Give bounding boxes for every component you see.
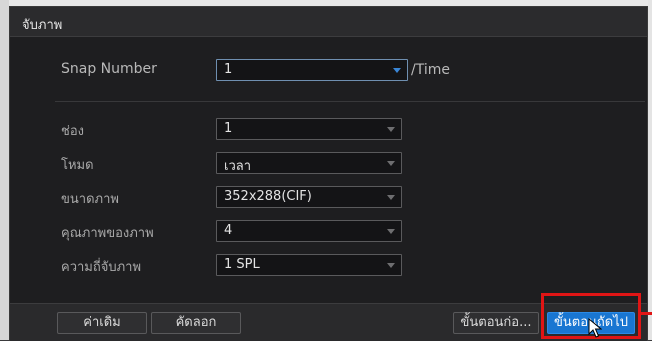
chevron-down-icon xyxy=(387,161,395,166)
image-size-value: 352x288(CIF) xyxy=(224,189,312,204)
background-window-edge-left xyxy=(0,0,9,340)
mouse-cursor-icon xyxy=(588,318,602,338)
dialog-title-bar: จับภาพ xyxy=(10,7,647,37)
snap-number-label: Snap Number xyxy=(61,61,157,77)
image-quality-value: 4 xyxy=(224,223,233,238)
background-window-edge-right xyxy=(648,0,652,340)
snap-frequency-value: 1 SPL xyxy=(224,257,260,272)
mode-label: โหมด xyxy=(61,158,94,173)
chevron-down-icon xyxy=(387,127,395,132)
snap-frequency-select[interactable]: 1 SPL xyxy=(216,254,402,276)
channel-value: 1 xyxy=(224,121,233,136)
mode-value: เวลา xyxy=(224,159,252,174)
dialog-title: จับภาพ xyxy=(22,18,63,33)
channel-select[interactable]: 1 xyxy=(216,118,402,140)
channel-label: ช่อง xyxy=(61,124,84,139)
chevron-down-icon xyxy=(393,68,401,73)
image-size-label: ขนาดภาพ xyxy=(61,192,119,207)
image-quality-select[interactable]: 4 xyxy=(216,220,402,242)
annotation-marker xyxy=(641,312,652,315)
mode-select[interactable]: เวลา xyxy=(216,152,402,174)
image-size-select[interactable]: 352x288(CIF) xyxy=(216,186,402,208)
snap-frequency-label: ความถี่จับภาพ xyxy=(61,260,142,275)
snap-number-unit: /Time xyxy=(411,62,450,78)
snapshot-dialog: จับภาพ Snap Number 1 /Time ช่อง 1 โหมด เ… xyxy=(9,6,648,341)
previous-step-button[interactable]: ขั้นตอนก่อ... xyxy=(453,312,539,334)
copy-button[interactable]: คัดลอก xyxy=(151,312,241,334)
chevron-down-icon xyxy=(387,229,395,234)
snap-number-value: 1 xyxy=(224,62,233,77)
default-button[interactable]: ค่าเดิม xyxy=(57,312,147,334)
chevron-down-icon xyxy=(387,263,395,268)
section-divider xyxy=(55,101,645,102)
chevron-down-icon xyxy=(387,195,395,200)
image-quality-label: คุณภาพของภาพ xyxy=(61,226,154,241)
snap-number-select[interactable]: 1 xyxy=(216,59,408,81)
